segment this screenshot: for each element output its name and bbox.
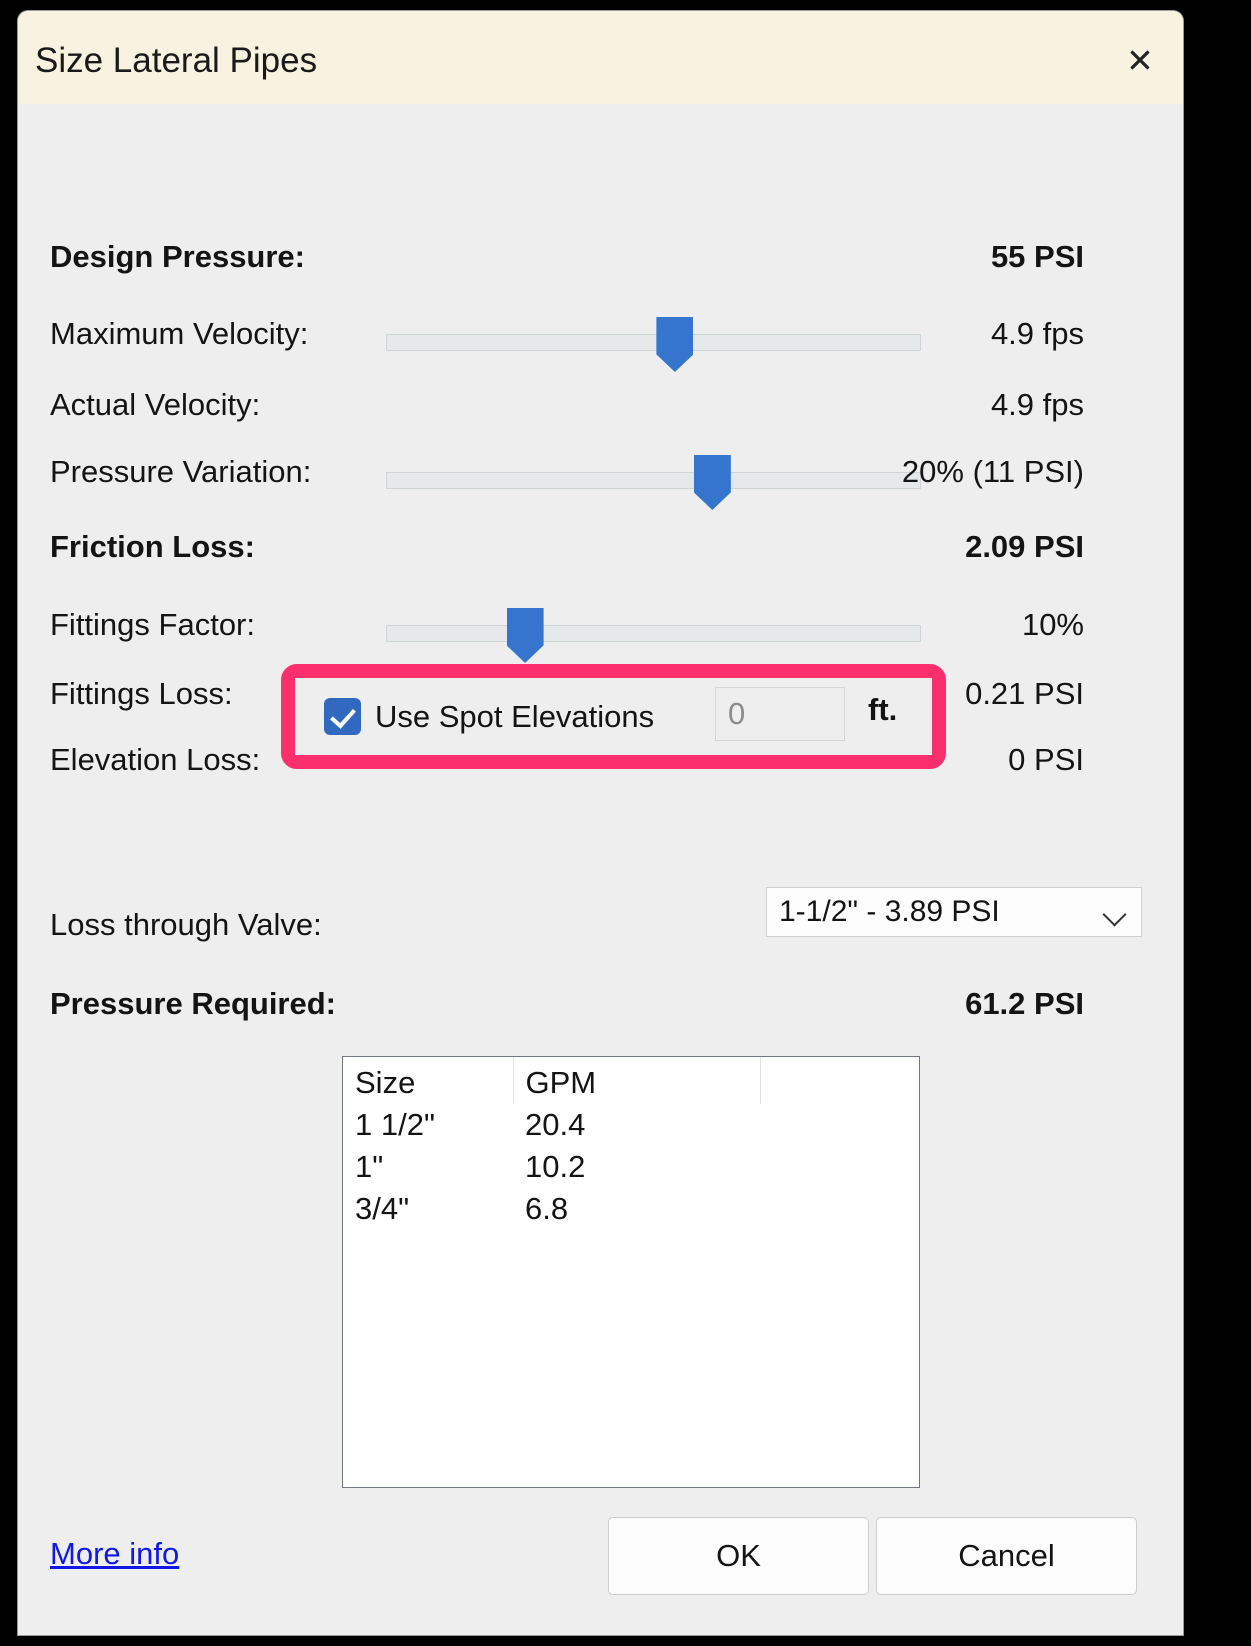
- use-spot-elevations-checkbox[interactable]: [324, 698, 361, 735]
- slider-fittings-factor[interactable]: [386, 608, 921, 663]
- cell-gpm: 10.2: [525, 1149, 586, 1184]
- spot-elevation-input[interactable]: 0: [715, 687, 845, 741]
- table-row[interactable]: 1 1/2" 20.4: [343, 1104, 919, 1146]
- row-pressure-variation: Pressure Variation: 20% (11 PSI): [18, 454, 1183, 510]
- label-pressure-variation: Pressure Variation:: [50, 454, 312, 489]
- ok-button[interactable]: OK: [608, 1517, 869, 1595]
- label-pressure-required: Pressure Required:: [50, 986, 336, 1021]
- label-design-pressure: Design Pressure:: [50, 239, 305, 274]
- slider-thumb[interactable]: [656, 317, 694, 372]
- loss-through-valve-value: 1-1/2" - 3.89 PSI: [779, 895, 1000, 928]
- table-header-row: Size GPM: [343, 1057, 919, 1104]
- cell-size: 1": [355, 1149, 384, 1184]
- more-info-link[interactable]: More info: [50, 1536, 179, 1572]
- spot-elevation-unit: ft.: [868, 692, 898, 727]
- table-row[interactable]: 1" 10.2: [343, 1146, 919, 1188]
- slider-track[interactable]: [386, 472, 921, 489]
- slider-track[interactable]: [386, 334, 921, 351]
- table-header-size: Size: [343, 1057, 514, 1104]
- table-row[interactable]: 3/4" 6.8: [343, 1188, 919, 1230]
- close-icon[interactable]: ✕: [1119, 41, 1161, 83]
- row-friction-loss: Friction Loss: 2.09 PSI: [18, 529, 1183, 575]
- spot-elevations-group: Use Spot Elevations 0 ft.: [295, 678, 932, 755]
- value-elevation-loss: 0 PSI: [1008, 742, 1084, 777]
- cell-blank: [760, 1104, 919, 1146]
- loss-through-valve-select[interactable]: 1-1/2" - 3.89 PSI: [766, 887, 1142, 937]
- label-friction-loss: Friction Loss:: [50, 529, 255, 564]
- label-actual-velocity: Actual Velocity:: [50, 387, 261, 422]
- row-fittings-factor: Fittings Factor: 10%: [18, 607, 1183, 663]
- spot-elevations-highlight: Use Spot Elevations 0 ft.: [281, 664, 946, 769]
- slider-thumb[interactable]: [506, 608, 544, 663]
- value-design-pressure: 55 PSI: [990, 239, 1084, 274]
- value-fittings-loss: 0.21 PSI: [965, 676, 1084, 711]
- value-pressure-variation: 20% (11 PSI): [901, 454, 1084, 489]
- cell-blank: [760, 1188, 919, 1230]
- row-pressure-required: Pressure Required: 61.2 PSI: [18, 986, 1183, 1032]
- row-maximum-velocity: Maximum Velocity: 4.9 fps: [18, 316, 1183, 372]
- value-maximum-velocity: 4.9 fps: [990, 316, 1084, 351]
- cell-size: 1 1/2": [355, 1107, 435, 1142]
- slider-pressure-variation[interactable]: [386, 455, 921, 510]
- cell-size: 3/4": [355, 1191, 410, 1226]
- dialog-titlebar: Size Lateral Pipes ✕: [18, 11, 1183, 104]
- slider-thumb[interactable]: [693, 455, 731, 510]
- cell-gpm: 20.4: [525, 1107, 586, 1142]
- cell-blank: [760, 1146, 919, 1188]
- label-elevation-loss: Elevation Loss:: [50, 742, 261, 777]
- label-maximum-velocity: Maximum Velocity:: [50, 316, 309, 351]
- pipe-sizes-table[interactable]: Size GPM 1 1/2" 20.4 1" 10.2 3/4" 6.8: [342, 1056, 920, 1488]
- dialog-title: Size Lateral Pipes: [35, 41, 318, 80]
- label-loss-through-valve: Loss through Valve:: [50, 907, 322, 942]
- value-actual-velocity: 4.9 fps: [990, 387, 1084, 422]
- value-pressure-required: 61.2 PSI: [965, 986, 1084, 1021]
- size-lateral-pipes-dialog: Size Lateral Pipes ✕ Design Pressure: 55…: [18, 11, 1183, 1635]
- use-spot-elevations-label: Use Spot Elevations: [375, 698, 655, 734]
- slider-track[interactable]: [386, 625, 921, 642]
- dialog-body: Design Pressure: 55 PSI Maximum Velocity…: [18, 104, 1183, 1635]
- chevron-down-icon: [1102, 902, 1127, 927]
- row-actual-velocity: Actual Velocity: 4.9 fps: [18, 387, 1183, 433]
- row-design-pressure: Design Pressure: 55 PSI: [18, 239, 1183, 285]
- table-header-gpm: GPM: [513, 1057, 761, 1104]
- value-fittings-factor: 10%: [1021, 607, 1084, 642]
- label-fittings-loss: Fittings Loss:: [50, 676, 233, 711]
- cancel-button[interactable]: Cancel: [876, 1517, 1137, 1595]
- label-fittings-factor: Fittings Factor:: [50, 607, 255, 642]
- value-friction-loss: 2.09 PSI: [965, 529, 1084, 564]
- cell-gpm: 6.8: [525, 1191, 569, 1226]
- slider-maximum-velocity[interactable]: [386, 317, 921, 372]
- row-loss-through-valve: Loss through Valve: 1-1/2" - 3.89 PSI: [18, 887, 1183, 952]
- table-header-blank: [760, 1057, 919, 1104]
